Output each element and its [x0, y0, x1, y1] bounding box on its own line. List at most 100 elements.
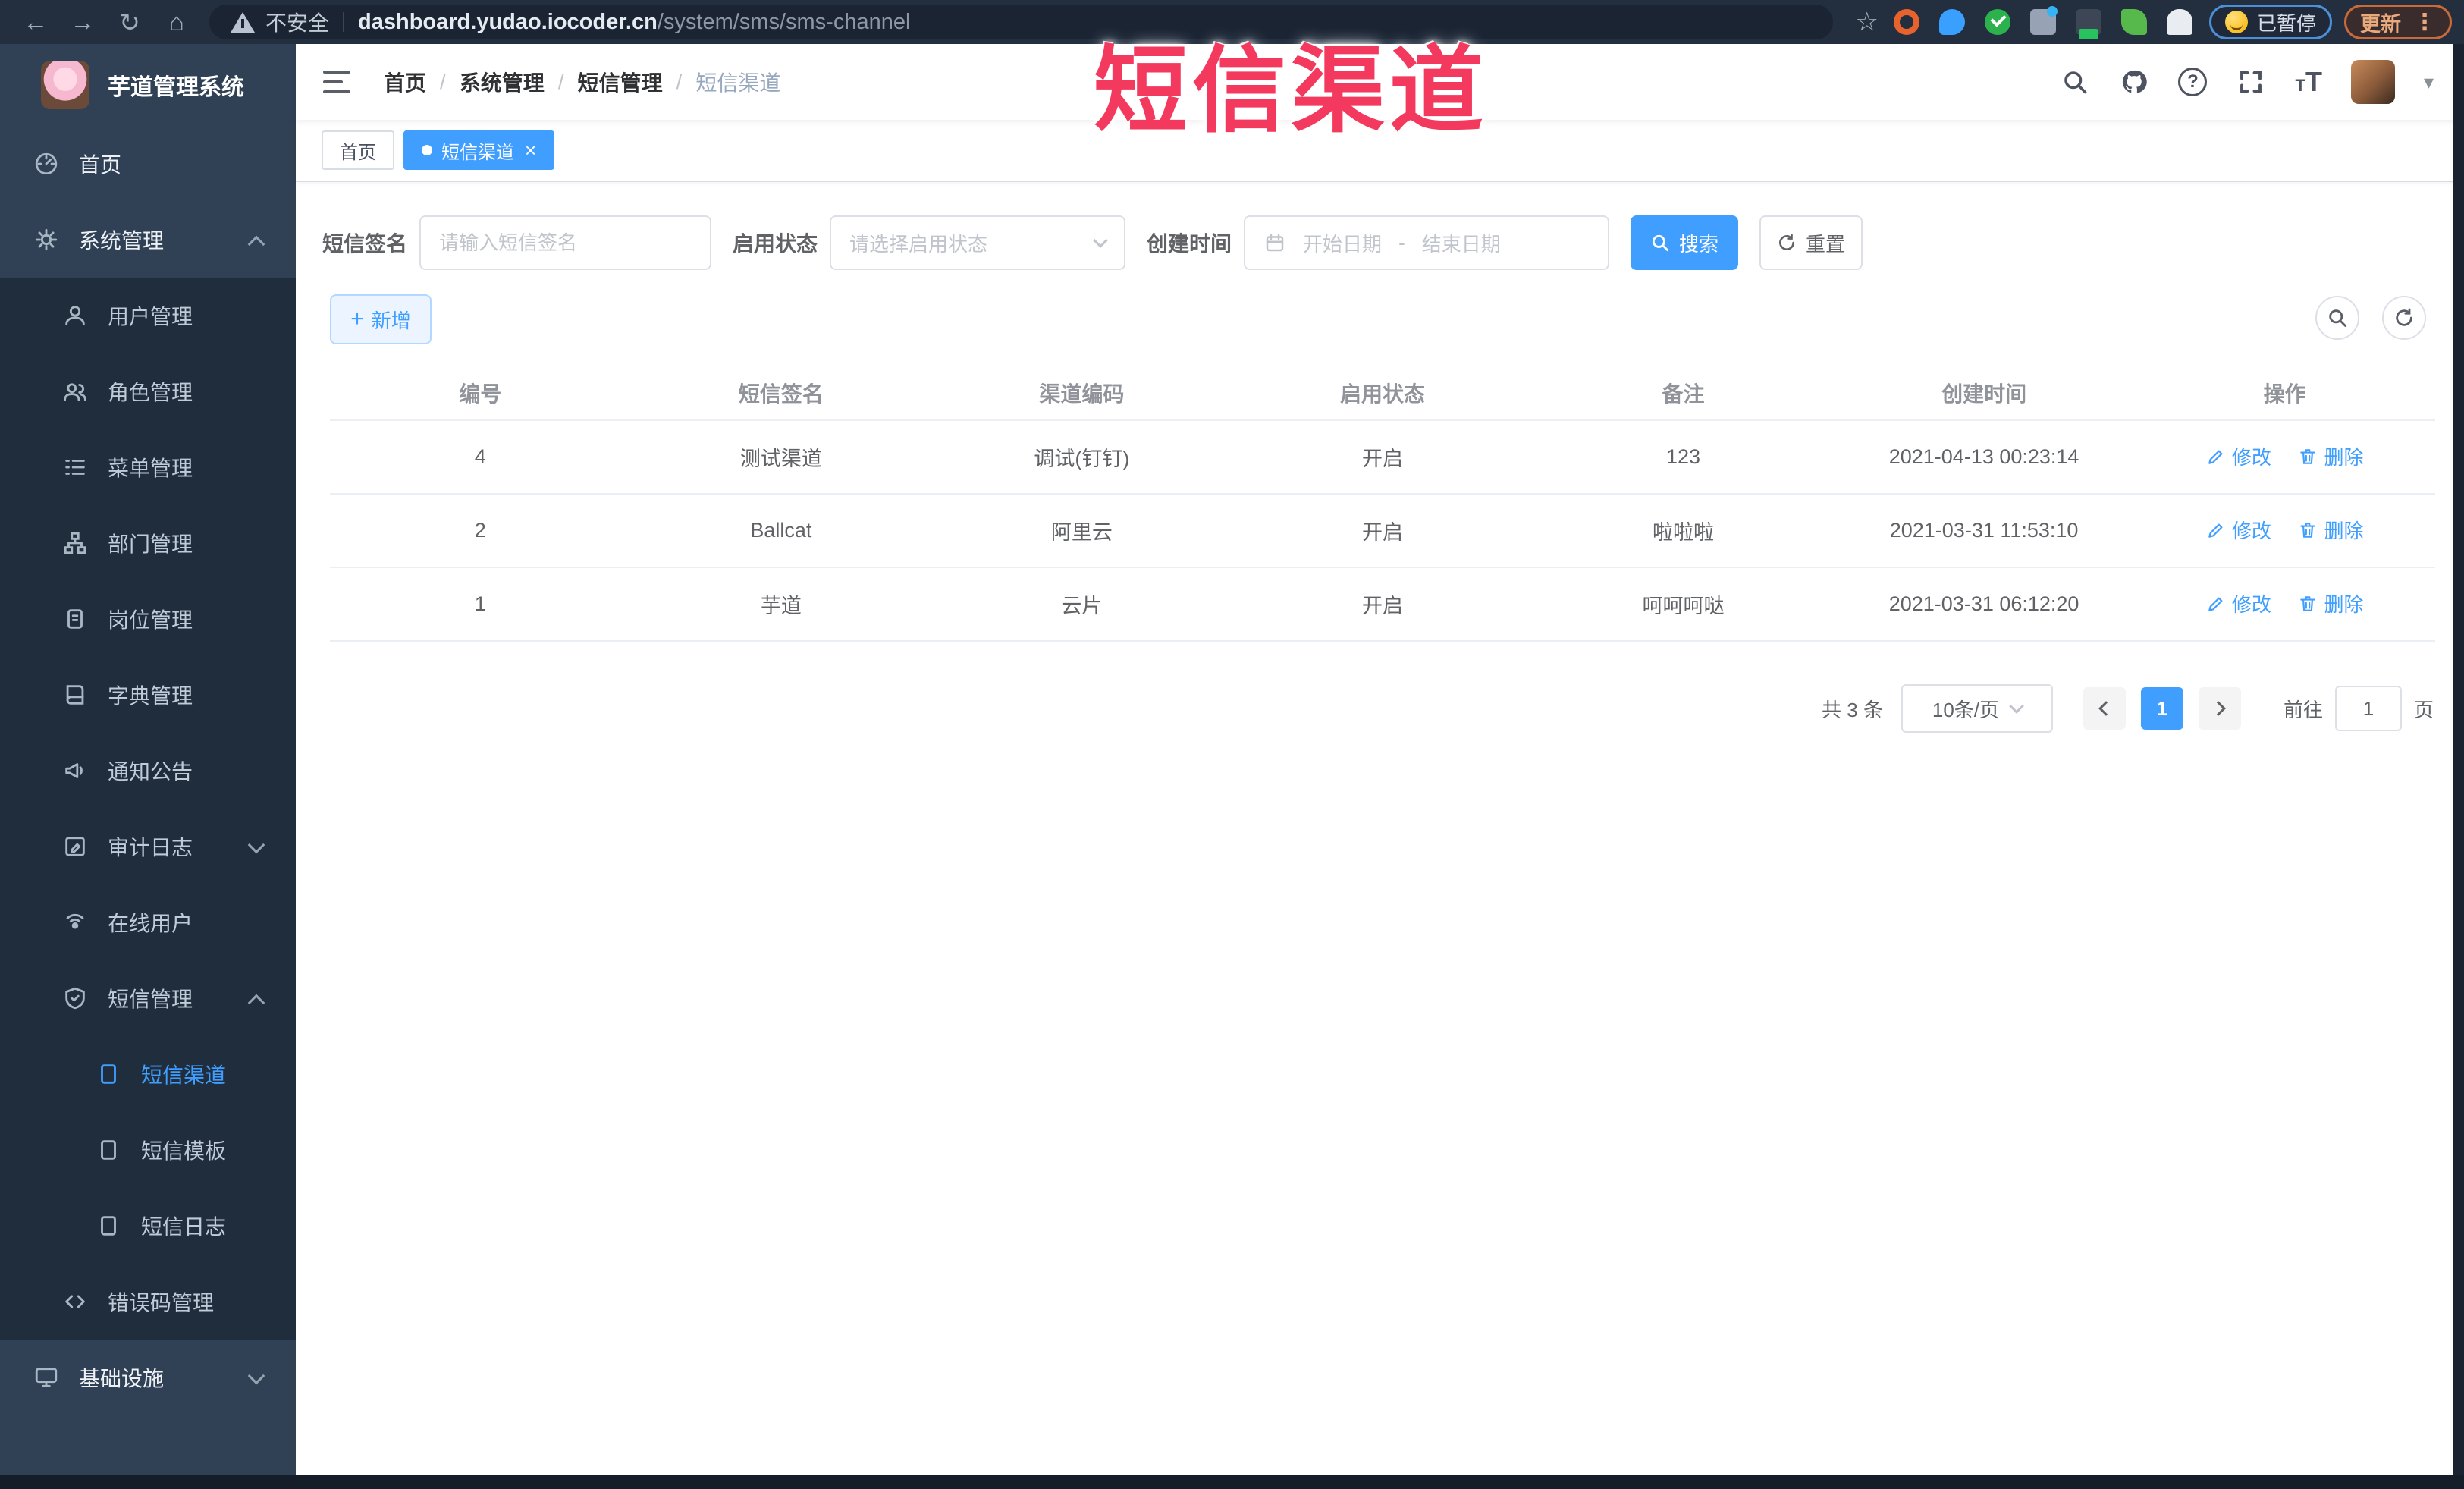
- tab-sms-channel[interactable]: 短信渠道 ×: [403, 130, 555, 170]
- window-bottom-edge: [0, 1475, 2464, 1489]
- breadcrumb-sms[interactable]: 短信管理: [578, 67, 663, 97]
- document-icon: [96, 1213, 121, 1239]
- status-select[interactable]: 请选择启用状态: [830, 215, 1126, 270]
- search-icon[interactable]: [2060, 67, 2090, 97]
- sidebar-item-infra[interactable]: 基础设施: [0, 1340, 296, 1415]
- sidebar-item-error-code[interactable]: 错误码管理: [0, 1264, 296, 1340]
- dictionary-book-icon: [62, 682, 88, 708]
- edit-link[interactable]: 修改: [2206, 589, 2271, 617]
- screen: ← → ↻ ⌂ 不安全 dashboard.yudao.iocoder.cn /…: [0, 0, 2464, 1489]
- delete-link[interactable]: 删除: [2298, 589, 2363, 617]
- github-icon[interactable]: [2119, 67, 2149, 97]
- org-tree-icon: [62, 530, 88, 556]
- edit-link[interactable]: 修改: [2206, 442, 2271, 470]
- page-size-select[interactable]: 10条/页: [1901, 684, 2053, 733]
- browser-menu-icon[interactable]: ⋮: [2413, 9, 2436, 36]
- extension-ring-icon[interactable]: [1893, 9, 1919, 35]
- page-number-1[interactable]: 1: [2140, 687, 2183, 730]
- url-path: /system/sms/sms-channel: [657, 9, 911, 34]
- breadcrumb: 首页 / 系统管理 / 短信管理 / 短信渠道: [384, 67, 780, 97]
- browser-reload-icon[interactable]: ↻: [106, 8, 153, 37]
- browser-home-icon[interactable]: ⌂: [153, 8, 200, 36]
- search-form: 短信签名 启用状态 请选择启用状态 创建时间 开始日期 - 结束日期: [322, 214, 2435, 272]
- post-badge-icon: [62, 606, 88, 632]
- app-title: 芋道管理系统: [108, 75, 244, 100]
- refresh-table-button[interactable]: [2382, 296, 2426, 340]
- extension-slate-icon[interactable]: [2029, 6, 2058, 35]
- edit-pen-icon: [2208, 597, 2223, 611]
- sidebar-item-notice[interactable]: 通知公告: [0, 733, 296, 809]
- trash-icon: [2300, 596, 2316, 611]
- breadcrumb-system[interactable]: 系统管理: [460, 67, 545, 97]
- extension-check-icon[interactable]: [1984, 9, 2010, 35]
- goto-page-input[interactable]: [2334, 686, 2402, 731]
- browser-back-icon[interactable]: ←: [12, 8, 59, 36]
- table-row: 4 测试渠道 调试(钉钉) 开启 123 2021-04-13 00:23:14…: [330, 420, 2435, 495]
- date-end-placeholder: 结束日期: [1421, 232, 1501, 256]
- toggle-search-button[interactable]: [2315, 296, 2359, 340]
- page-content: 短信签名 启用状态 请选择启用状态 创建时间 开始日期 - 结束日期: [296, 182, 2464, 733]
- sidebar-item-system[interactable]: 系统管理: [0, 202, 296, 278]
- avatar-caret-icon[interactable]: ▾: [2424, 71, 2434, 94]
- paused-extension-chip[interactable]: 已暂停: [2208, 5, 2332, 39]
- close-tab-icon[interactable]: ×: [525, 140, 536, 160]
- navbar: 首页 / 系统管理 / 短信管理 / 短信渠道 ? TT ▾: [296, 44, 2464, 120]
- sidebar-item-posts[interactable]: 岗位管理: [0, 581, 296, 657]
- extension-ghost-icon[interactable]: [2166, 9, 2192, 35]
- status-label: 启用状态: [733, 232, 818, 256]
- reset-button[interactable]: 重置: [1759, 215, 1863, 270]
- delete-link[interactable]: 删除: [2298, 516, 2363, 544]
- extension-on-badge-icon[interactable]: [2075, 9, 2101, 39]
- tab-home[interactable]: 首页: [322, 130, 394, 170]
- avatar[interactable]: [2350, 60, 2395, 104]
- megaphone-icon: [62, 758, 88, 784]
- refresh-icon: [2396, 308, 2412, 326]
- help-icon[interactable]: ?: [2178, 68, 2208, 96]
- code-icon: [62, 1289, 88, 1315]
- sidebar-item-home[interactable]: 首页: [0, 126, 296, 202]
- monitor-icon: [33, 1365, 59, 1390]
- active-dot-icon: [422, 145, 432, 155]
- sidebar-item-dict[interactable]: 字典管理: [0, 657, 296, 733]
- sidebar-menu: 首页 系统管理 用户管理 角色管理 菜单管理 部门管理 岗位管理 字典管理 通知…: [0, 126, 296, 1415]
- edit-pen-icon: [2208, 523, 2223, 538]
- font-size-icon[interactable]: TT: [2295, 66, 2321, 98]
- search-icon: [2329, 309, 2346, 327]
- edit-link[interactable]: 修改: [2206, 516, 2271, 544]
- app-logo-block[interactable]: 芋道管理系统: [0, 44, 296, 126]
- edit-pen-icon: [2208, 450, 2223, 464]
- date-start-placeholder: 开始日期: [1303, 232, 1383, 256]
- emoji-icon: [2224, 11, 2248, 33]
- address-divider: [343, 12, 345, 32]
- sidebar: 芋道管理系统 首页 系统管理 用户管理 角色管理 菜单管理 部门管理 岗位管理 …: [0, 44, 296, 1489]
- browser-update-button[interactable]: 更新 ⋮: [2344, 5, 2452, 39]
- fullscreen-icon[interactable]: [2236, 67, 2266, 97]
- chevron-up-icon: [247, 994, 265, 1012]
- sidebar-item-roles[interactable]: 角色管理: [0, 353, 296, 429]
- hamburger-icon[interactable]: [323, 71, 350, 93]
- prev-page-button[interactable]: [2083, 687, 2126, 730]
- add-button[interactable]: + 新增: [330, 294, 432, 344]
- sidebar-item-departments[interactable]: 部门管理: [0, 505, 296, 581]
- bookmark-star-icon[interactable]: ☆: [1856, 7, 1879, 37]
- signature-input[interactable]: [439, 231, 692, 255]
- extension-leaf-icon[interactable]: [2120, 9, 2147, 35]
- delete-link[interactable]: 删除: [2298, 442, 2363, 470]
- browser-forward-icon[interactable]: →: [59, 8, 106, 36]
- table-tools: [2315, 296, 2426, 340]
- sidebar-item-sms-log[interactable]: 短信日志: [0, 1188, 296, 1264]
- breadcrumb-home[interactable]: 首页: [384, 67, 426, 97]
- sidebar-item-sms-template[interactable]: 短信模板: [0, 1112, 296, 1188]
- sidebar-item-audit-log[interactable]: 审计日志: [0, 809, 296, 884]
- sidebar-item-sms[interactable]: 短信管理: [0, 960, 296, 1036]
- sidebar-item-sms-channel[interactable]: 短信渠道: [0, 1036, 296, 1112]
- browser-chrome: ← → ↻ ⌂ 不安全 dashboard.yudao.iocoder.cn /…: [0, 0, 2464, 44]
- date-range-picker[interactable]: 开始日期 - 结束日期: [1244, 215, 1610, 270]
- search-button[interactable]: 搜索: [1631, 215, 1739, 270]
- sidebar-item-online-users[interactable]: 在线用户: [0, 884, 296, 960]
- sidebar-item-users[interactable]: 用户管理: [0, 278, 296, 353]
- address-bar[interactable]: 不安全 dashboard.yudao.iocoder.cn /system/s…: [209, 5, 1833, 39]
- next-page-button[interactable]: [2198, 687, 2241, 730]
- extension-pin-icon[interactable]: [1938, 9, 1965, 35]
- sidebar-item-menus[interactable]: 菜单管理: [0, 429, 296, 505]
